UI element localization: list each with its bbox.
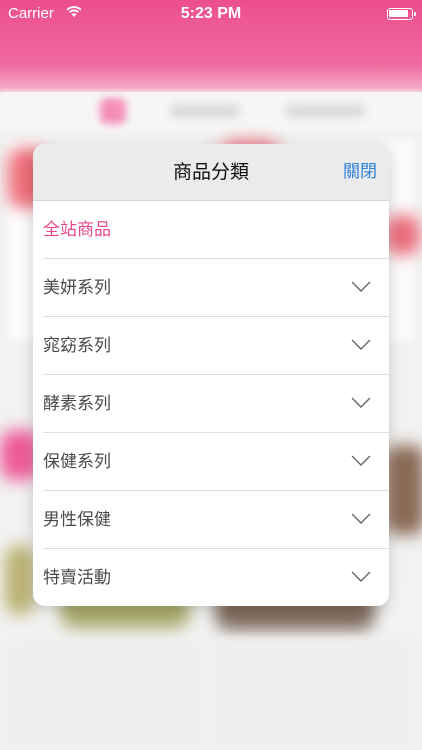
chevron-down-icon [351,455,371,466]
category-list: 全站商品美妍系列窕窈系列酵素系列保健系列男性保健特賣活動 [33,201,389,606]
category-item[interactable]: 美妍系列 [33,259,389,317]
category-item[interactable]: 特賣活動 [33,549,389,606]
status-bar: Carrier 5:23 PM [0,0,422,28]
category-label: 美妍系列 [43,278,111,298]
battery-icon [387,8,416,20]
background-product-card [214,640,414,750]
category-label: 全站商品 [43,220,111,240]
category-item[interactable]: 酵素系列 [33,375,389,433]
category-label: 保健系列 [43,452,111,472]
chevron-down-icon [351,513,371,524]
category-label: 窕窈系列 [43,336,111,356]
chevron-down-icon [351,281,371,292]
category-item[interactable]: 男性保健 [33,491,389,549]
background-tab-label [285,104,365,118]
status-time: 5:23 PM [180,5,242,22]
chevron-down-icon [351,339,371,350]
category-popover: 商品分類 關閉 全站商品美妍系列窕窈系列酵素系列保健系列男性保健特賣活動 [33,144,389,606]
category-item[interactable]: 全站商品 [33,201,389,259]
category-label: 男性保健 [43,510,111,530]
background-product-image [385,445,422,535]
background-product-image [385,215,420,255]
background-product-card [8,640,204,750]
category-item[interactable]: 保健系列 [33,433,389,491]
background-tab-icon [100,98,126,124]
popover-title: 商品分類 [172,161,249,183]
category-label: 酵素系列 [43,394,111,414]
background-tab-label [170,104,240,118]
background-product-image [5,545,35,615]
category-item[interactable]: 窕窈系列 [33,317,389,375]
popover-header: 商品分類 關閉 [33,144,389,201]
category-label: 特賣活動 [43,568,111,588]
chevron-down-icon [351,571,371,582]
close-button[interactable]: 關閉 [343,144,377,201]
chevron-down-icon [351,397,371,408]
